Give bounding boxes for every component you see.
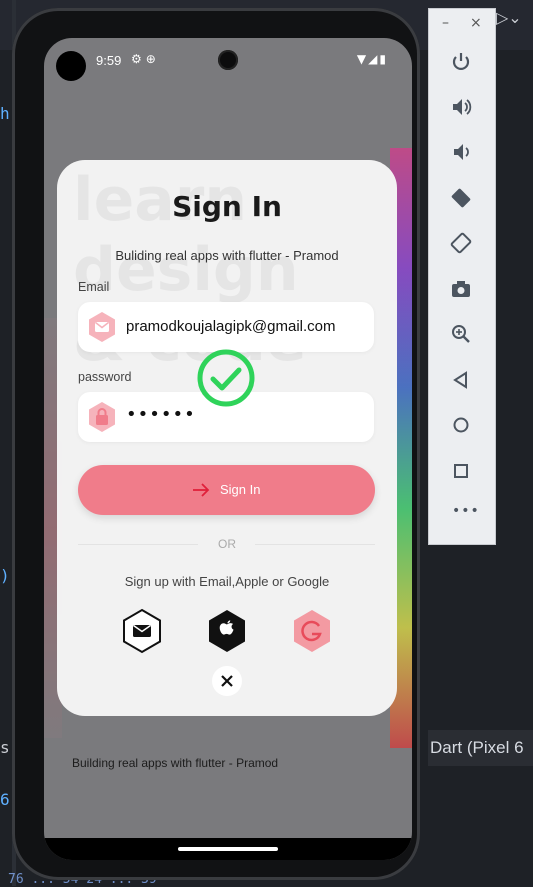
background-footer-text: Building real apps with flutter - Pramod <box>72 756 279 770</box>
sync-status-icon: ⊕ <box>145 52 160 66</box>
sign-in-button[interactable]: Sign In <box>78 465 375 515</box>
signup-options-text: Sign up with Email,Apple or Google <box>124 574 330 589</box>
gesture-handle[interactable] <box>178 847 278 851</box>
email-value: pramodkoujalagipk@gmail.com <box>126 318 336 335</box>
email-field-icon <box>89 312 115 342</box>
phone-screen: 9:59 ⚙⊕ ▼◢▮ Building real apps with flut… <box>44 38 412 860</box>
system-indicators: ▼◢▮ <box>357 52 388 66</box>
success-check-icon <box>197 349 255 407</box>
ide-code-char: s <box>0 738 10 757</box>
volume-up-icon[interactable] <box>448 94 474 120</box>
signal-icon: ◢ <box>368 52 380 66</box>
close-icon <box>221 675 233 687</box>
divider-right <box>255 544 375 545</box>
sign-in-dialog: learn design & code Sign In Buliding rea… <box>57 160 397 716</box>
status-time: 9:59 <box>96 53 122 68</box>
volume-down-icon[interactable] <box>448 139 474 165</box>
rotate-left-icon[interactable] <box>448 185 474 211</box>
run-arrow-icon[interactable]: ▷⌄ <box>496 8 522 27</box>
apple-icon[interactable] <box>205 608 249 654</box>
ide-code-char: h <box>0 104 10 123</box>
battery-icon: ▮ <box>379 52 388 66</box>
power-icon[interactable] <box>448 49 474 75</box>
sign-in-button-label: Sign In <box>220 482 261 497</box>
close-button[interactable]: × <box>470 15 482 31</box>
front-camera <box>218 50 238 70</box>
home-icon[interactable] <box>448 412 474 438</box>
ide-code-char: 6 <box>0 790 10 809</box>
dialog-subtitle: Buliding real apps with flutter - Pramod <box>115 248 339 263</box>
status-icons: ⚙⊕ <box>131 52 160 66</box>
google-icon[interactable] <box>290 608 334 654</box>
email-icon[interactable] <box>120 608 164 654</box>
status-bar: 9:59 ⚙⊕ ▼◢▮ <box>44 38 412 82</box>
settings-status-icon: ⚙ <box>131 52 146 66</box>
zoom-icon[interactable] <box>448 321 474 347</box>
email-label: Email <box>78 280 110 294</box>
back-icon[interactable] <box>448 367 474 393</box>
email-field[interactable]: pramodkoujalagipk@gmail.com <box>78 302 374 352</box>
dialog-title: Sign In <box>172 190 282 223</box>
run-config-tab[interactable]: Dart (Pixel 6 <box>428 730 533 766</box>
rotate-right-icon[interactable] <box>448 230 474 256</box>
arrow-right-icon <box>193 483 210 497</box>
minimize-button[interactable]: – <box>442 15 449 31</box>
lock-icon <box>89 402 115 432</box>
emulator-toolbar: – × ••• <box>428 8 496 545</box>
more-options-icon[interactable]: ••• <box>452 503 480 519</box>
wifi-icon: ▼ <box>356 52 369 66</box>
overview-icon[interactable] <box>448 458 474 484</box>
phone-frame: 9:59 ⚙⊕ ▼◢▮ Building real apps with flut… <box>12 8 420 880</box>
camera-icon[interactable] <box>448 276 474 302</box>
password-label: password <box>78 370 132 384</box>
password-value: •••••• <box>126 404 196 425</box>
ide-code-char: ) <box>0 566 10 585</box>
camera-cutout <box>56 51 86 81</box>
close-dialog-button[interactable] <box>212 666 242 696</box>
